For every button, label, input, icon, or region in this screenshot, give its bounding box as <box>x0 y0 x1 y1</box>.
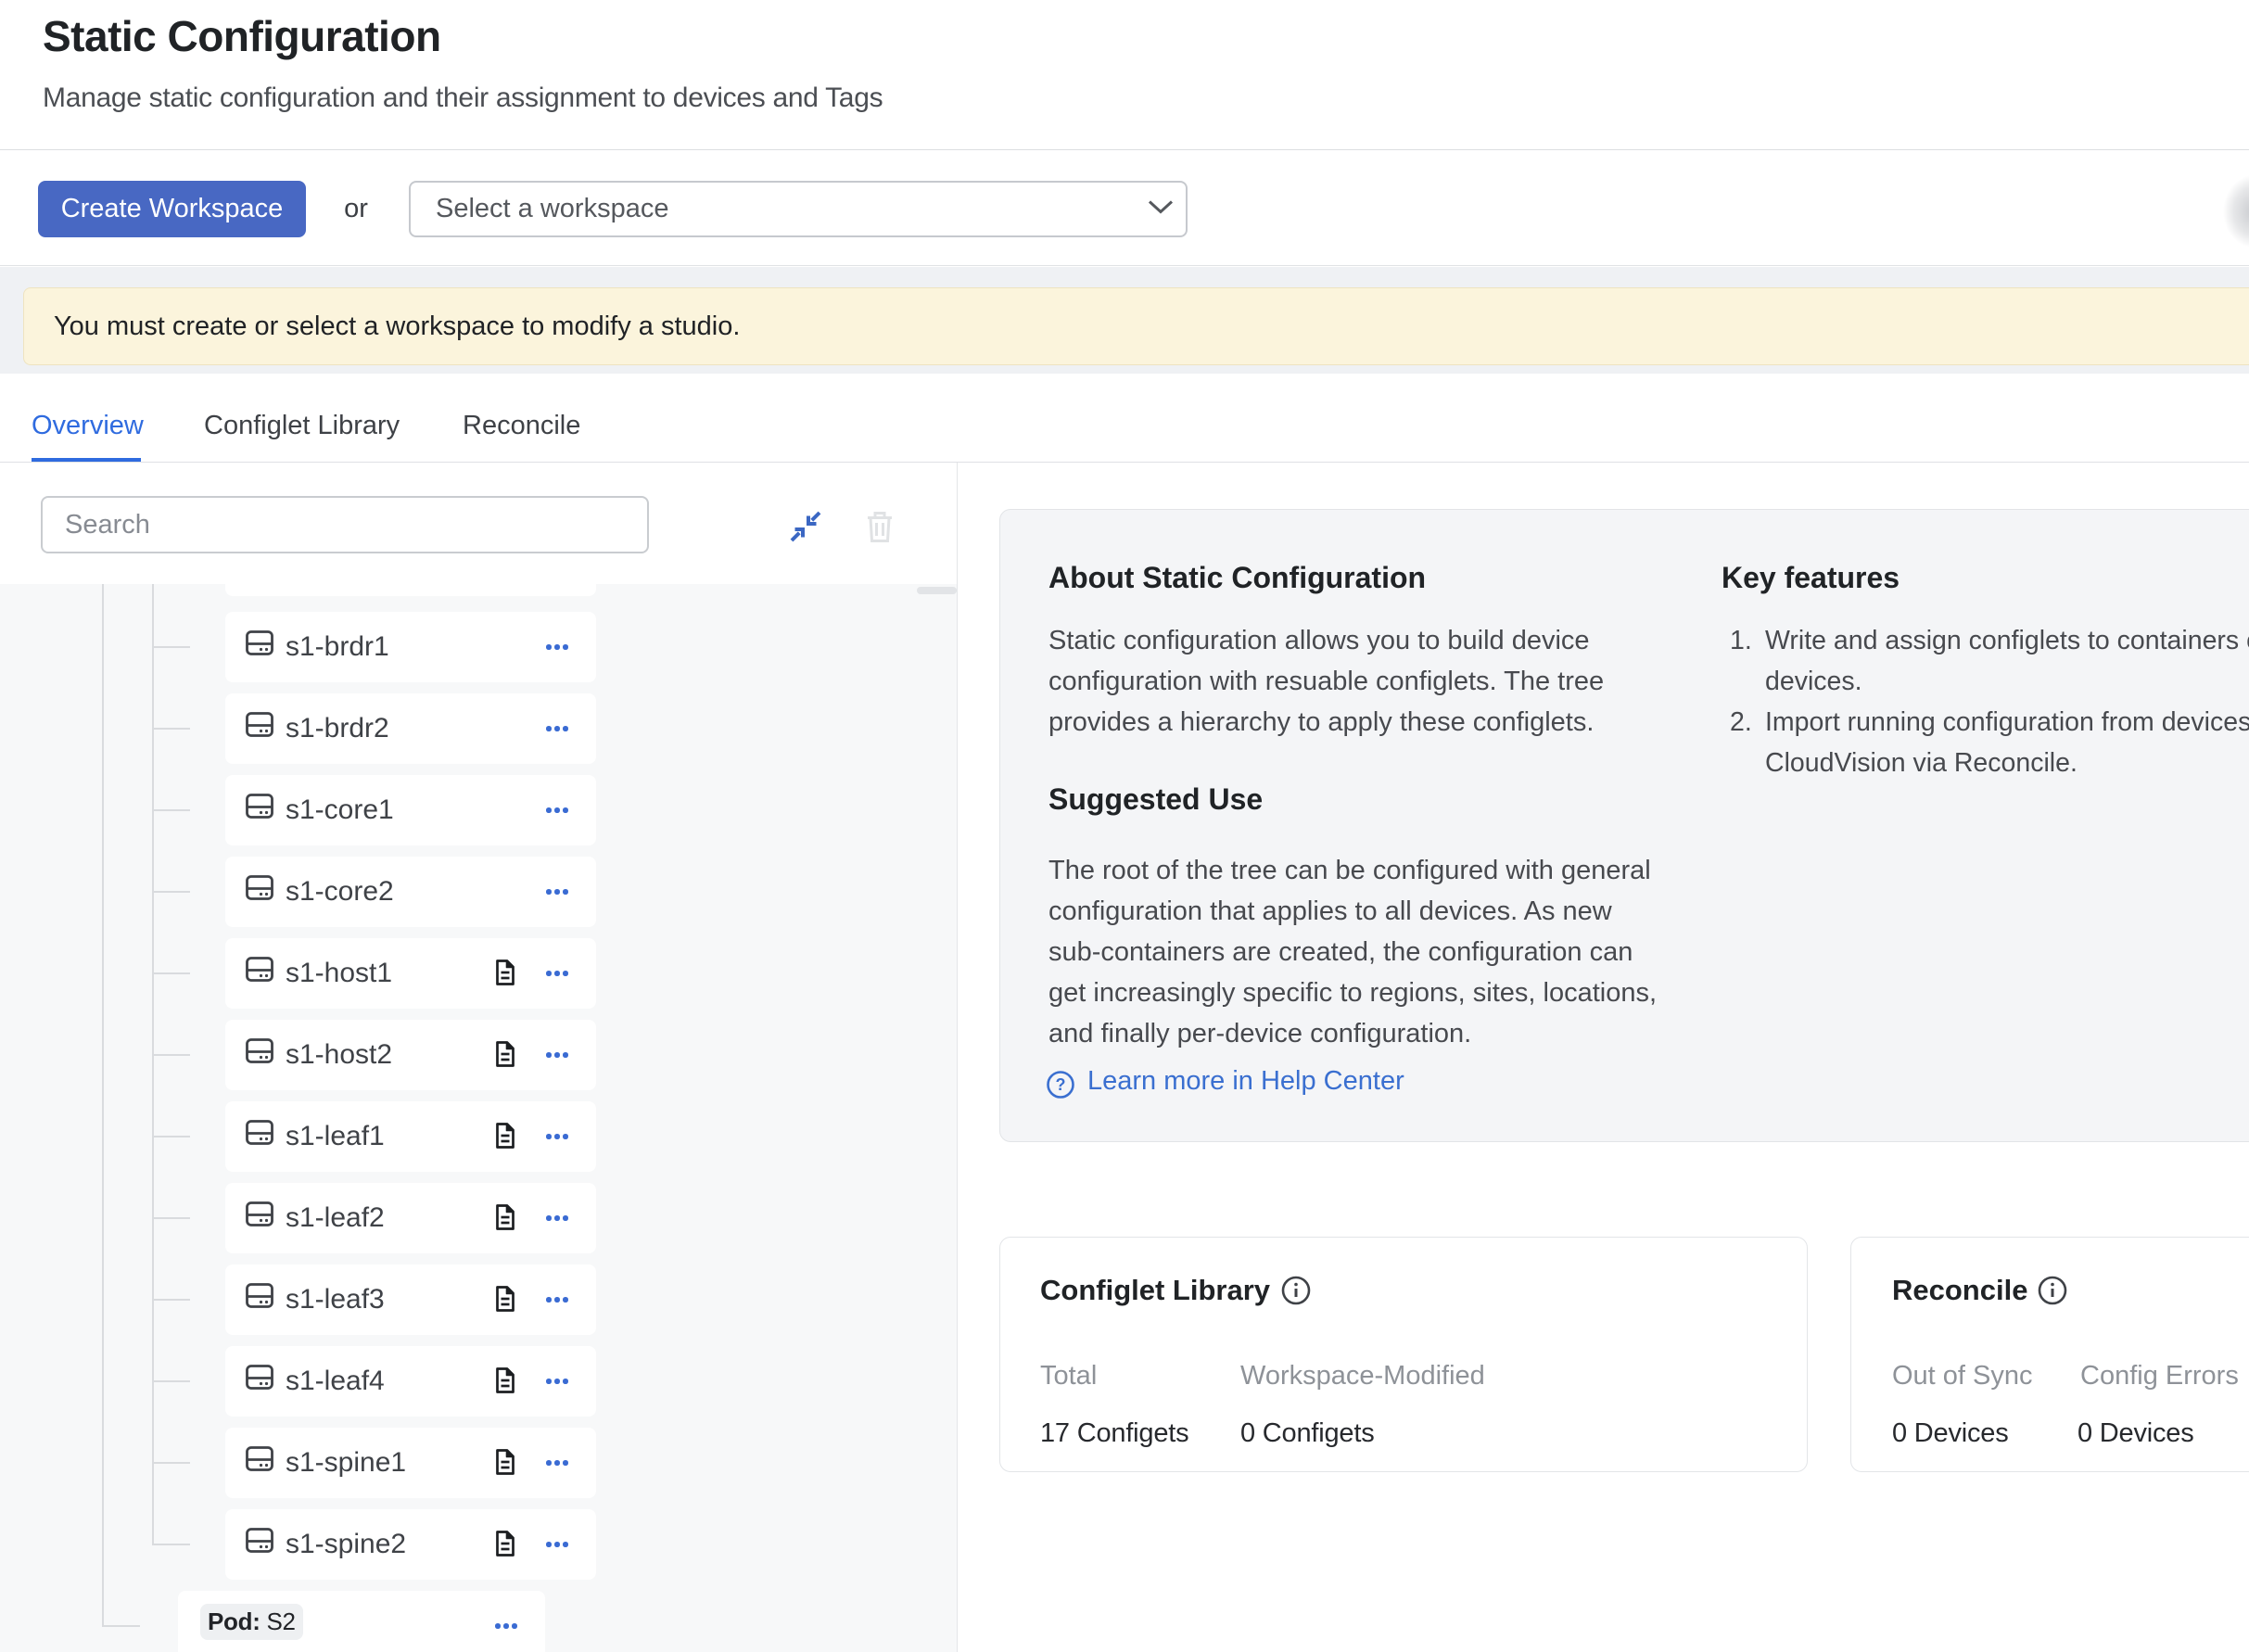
svg-text:?: ? <box>1056 1075 1066 1094</box>
